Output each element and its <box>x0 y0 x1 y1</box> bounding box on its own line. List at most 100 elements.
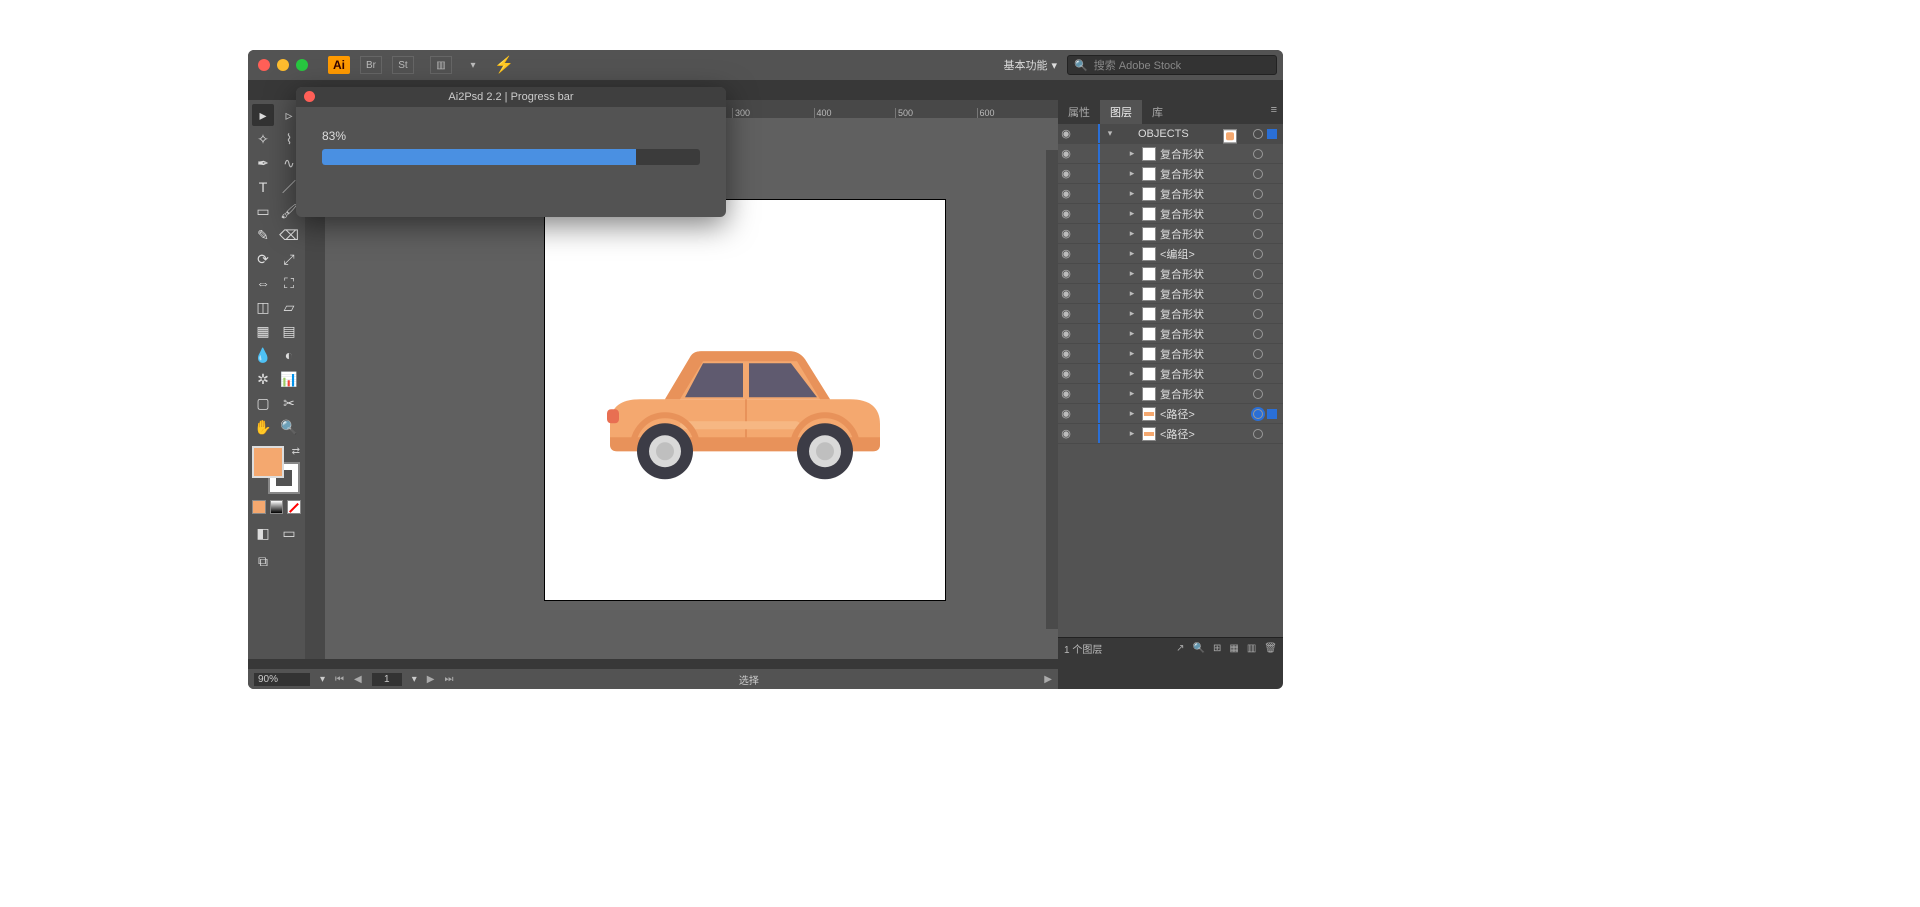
target-icon[interactable] <box>1253 389 1263 399</box>
first-artboard-button[interactable]: ⏮ <box>335 674 344 685</box>
disclosure-icon[interactable]: ▸ <box>1126 248 1138 259</box>
layer-row[interactable]: ◉▸复合形状 <box>1058 204 1283 224</box>
disclosure-icon[interactable]: ▸ <box>1126 228 1138 239</box>
make-clipping-mask-icon[interactable]: 🔍 <box>1193 643 1205 654</box>
rotate-tool[interactable]: ⟳ <box>252 248 274 270</box>
new-layer-button[interactable]: ▥ <box>1247 643 1256 654</box>
minimize-window-button[interactable] <box>277 59 289 71</box>
visibility-toggle-icon[interactable]: ◉ <box>1058 367 1074 380</box>
disclosure-icon[interactable]: ▸ <box>1126 388 1138 399</box>
target-icon[interactable] <box>1253 309 1263 319</box>
disclosure-icon[interactable]: ▸ <box>1126 308 1138 319</box>
target-icon[interactable] <box>1253 269 1263 279</box>
create-sublayer-icon[interactable]: ⊞ <box>1213 643 1221 654</box>
mesh-tool[interactable]: ▦ <box>252 320 274 342</box>
visibility-toggle-icon[interactable]: ◉ <box>1058 327 1074 340</box>
zoom-level-input[interactable]: 90% <box>254 673 310 686</box>
pen-tool[interactable]: ✒ <box>252 152 274 174</box>
zoom-tool[interactable]: 🔍 <box>278 416 300 438</box>
target-icon[interactable] <box>1253 329 1263 339</box>
change-screen-mode[interactable]: ⧉ <box>252 550 274 572</box>
eraser-tool[interactable]: ⌫ <box>278 224 300 246</box>
artboard[interactable] <box>545 200 945 600</box>
layer-row-root[interactable]: ◉ ▾ OBJECTS <box>1058 124 1283 144</box>
close-window-button[interactable] <box>258 59 270 71</box>
artboard-dropdown-icon[interactable]: ▾ <box>412 674 417 685</box>
target-icon[interactable] <box>1253 249 1263 259</box>
workspace-switcher[interactable]: 基本功能 ▾ <box>1003 57 1057 73</box>
last-artboard-button[interactable]: ⏭ <box>444 674 453 685</box>
artboard-number-input[interactable]: 1 <box>372 673 402 686</box>
slice-tool[interactable]: ✂ <box>278 392 300 414</box>
gradient-tool[interactable]: ▤ <box>278 320 300 342</box>
visibility-toggle-icon[interactable]: ◉ <box>1058 187 1074 200</box>
stock-search-input[interactable]: 🔍 搜索 Adobe Stock <box>1067 55 1277 75</box>
target-icon[interactable] <box>1253 409 1263 419</box>
selection-tool[interactable]: ▸ <box>252 104 274 126</box>
blend-tool[interactable]: ◐ <box>278 344 300 366</box>
symbol-sprayer-tool[interactable]: ✲ <box>252 368 274 390</box>
layer-row[interactable]: ◉▸复合形状 <box>1058 184 1283 204</box>
panel-dock-strip[interactable] <box>1046 150 1058 629</box>
swap-fill-stroke-icon[interactable]: ⇄ <box>292 446 300 457</box>
layer-row[interactable]: ◉▸复合形状 <box>1058 224 1283 244</box>
visibility-toggle-icon[interactable]: ◉ <box>1058 307 1074 320</box>
next-artboard-button[interactable]: ▶ <box>427 674 435 685</box>
layer-row[interactable]: ◉▸复合形状 <box>1058 284 1283 304</box>
new-layer-icon[interactable]: ▦ <box>1229 643 1238 654</box>
disclosure-icon[interactable]: ▸ <box>1126 268 1138 279</box>
visibility-toggle-icon[interactable]: ◉ <box>1058 167 1074 180</box>
extra-tool-icon[interactable]: ⚡ <box>494 55 514 75</box>
bridge-icon[interactable]: Br <box>360 56 382 74</box>
arrange-documents-icon[interactable]: ▥ <box>430 56 452 74</box>
layer-row[interactable]: ◉▸复合形状 <box>1058 364 1283 384</box>
disclosure-icon[interactable]: ▸ <box>1126 148 1138 159</box>
visibility-toggle-icon[interactable]: ◉ <box>1058 227 1074 240</box>
target-icon[interactable] <box>1253 129 1263 139</box>
layer-row[interactable]: ◉▸<编组> <box>1058 244 1283 264</box>
screen-mode-icon[interactable]: ▭ <box>278 522 300 544</box>
dialog-close-button[interactable] <box>304 91 315 102</box>
target-icon[interactable] <box>1253 429 1263 439</box>
disclosure-icon[interactable]: ▸ <box>1126 428 1138 439</box>
panel-menu-icon[interactable]: ≡ <box>1265 100 1283 124</box>
target-icon[interactable] <box>1253 289 1263 299</box>
disclosure-icon[interactable]: ▸ <box>1126 208 1138 219</box>
tab-properties[interactable]: 属性 <box>1058 100 1100 124</box>
status-play-icon[interactable]: ▶ <box>1044 674 1052 685</box>
tab-libraries[interactable]: 库 <box>1142 100 1173 124</box>
visibility-toggle-icon[interactable]: ◉ <box>1058 387 1074 400</box>
scale-tool[interactable]: ⤢ <box>278 248 300 270</box>
zoom-dropdown-icon[interactable]: ▾ <box>320 674 325 685</box>
stock-icon[interactable]: St <box>392 56 414 74</box>
fill-swatch[interactable] <box>252 446 284 478</box>
layer-row[interactable]: ◉▸复合形状 <box>1058 324 1283 344</box>
visibility-toggle-icon[interactable]: ◉ <box>1058 127 1074 140</box>
rectangle-tool[interactable]: ▭ <box>252 200 274 222</box>
target-icon[interactable] <box>1253 209 1263 219</box>
tab-layers[interactable]: 图层 <box>1100 100 1142 124</box>
type-tool[interactable]: T <box>252 176 274 198</box>
layer-row[interactable]: ◉▸<路径> <box>1058 404 1283 424</box>
target-icon[interactable] <box>1253 369 1263 379</box>
width-tool[interactable]: ⇔ <box>252 272 274 294</box>
visibility-toggle-icon[interactable]: ◉ <box>1058 247 1074 260</box>
perspective-tool[interactable]: ▱ <box>278 296 300 318</box>
target-icon[interactable] <box>1253 229 1263 239</box>
target-icon[interactable] <box>1253 189 1263 199</box>
locate-object-icon[interactable]: ↗ <box>1176 643 1184 654</box>
layer-row[interactable]: ◉▸复合形状 <box>1058 304 1283 324</box>
graph-tool[interactable]: 📊 <box>278 368 300 390</box>
layer-row[interactable]: ◉▸复合形状 <box>1058 344 1283 364</box>
color-mode-gradient[interactable] <box>270 500 284 514</box>
zoom-window-button[interactable] <box>296 59 308 71</box>
visibility-toggle-icon[interactable]: ◉ <box>1058 287 1074 300</box>
arrange-dropdown-icon[interactable]: ▾ <box>462 56 484 74</box>
shaper-tool[interactable]: ✎ <box>252 224 274 246</box>
dialog-titlebar[interactable]: Ai2Psd 2.2 | Progress bar <box>296 87 726 107</box>
color-mode-none[interactable] <box>287 500 301 514</box>
shape-builder-tool[interactable]: ◫ <box>252 296 274 318</box>
disclosure-icon[interactable]: ▸ <box>1126 408 1138 419</box>
prev-artboard-button[interactable]: ◀ <box>354 674 362 685</box>
layer-row[interactable]: ◉▸<路径> <box>1058 424 1283 444</box>
